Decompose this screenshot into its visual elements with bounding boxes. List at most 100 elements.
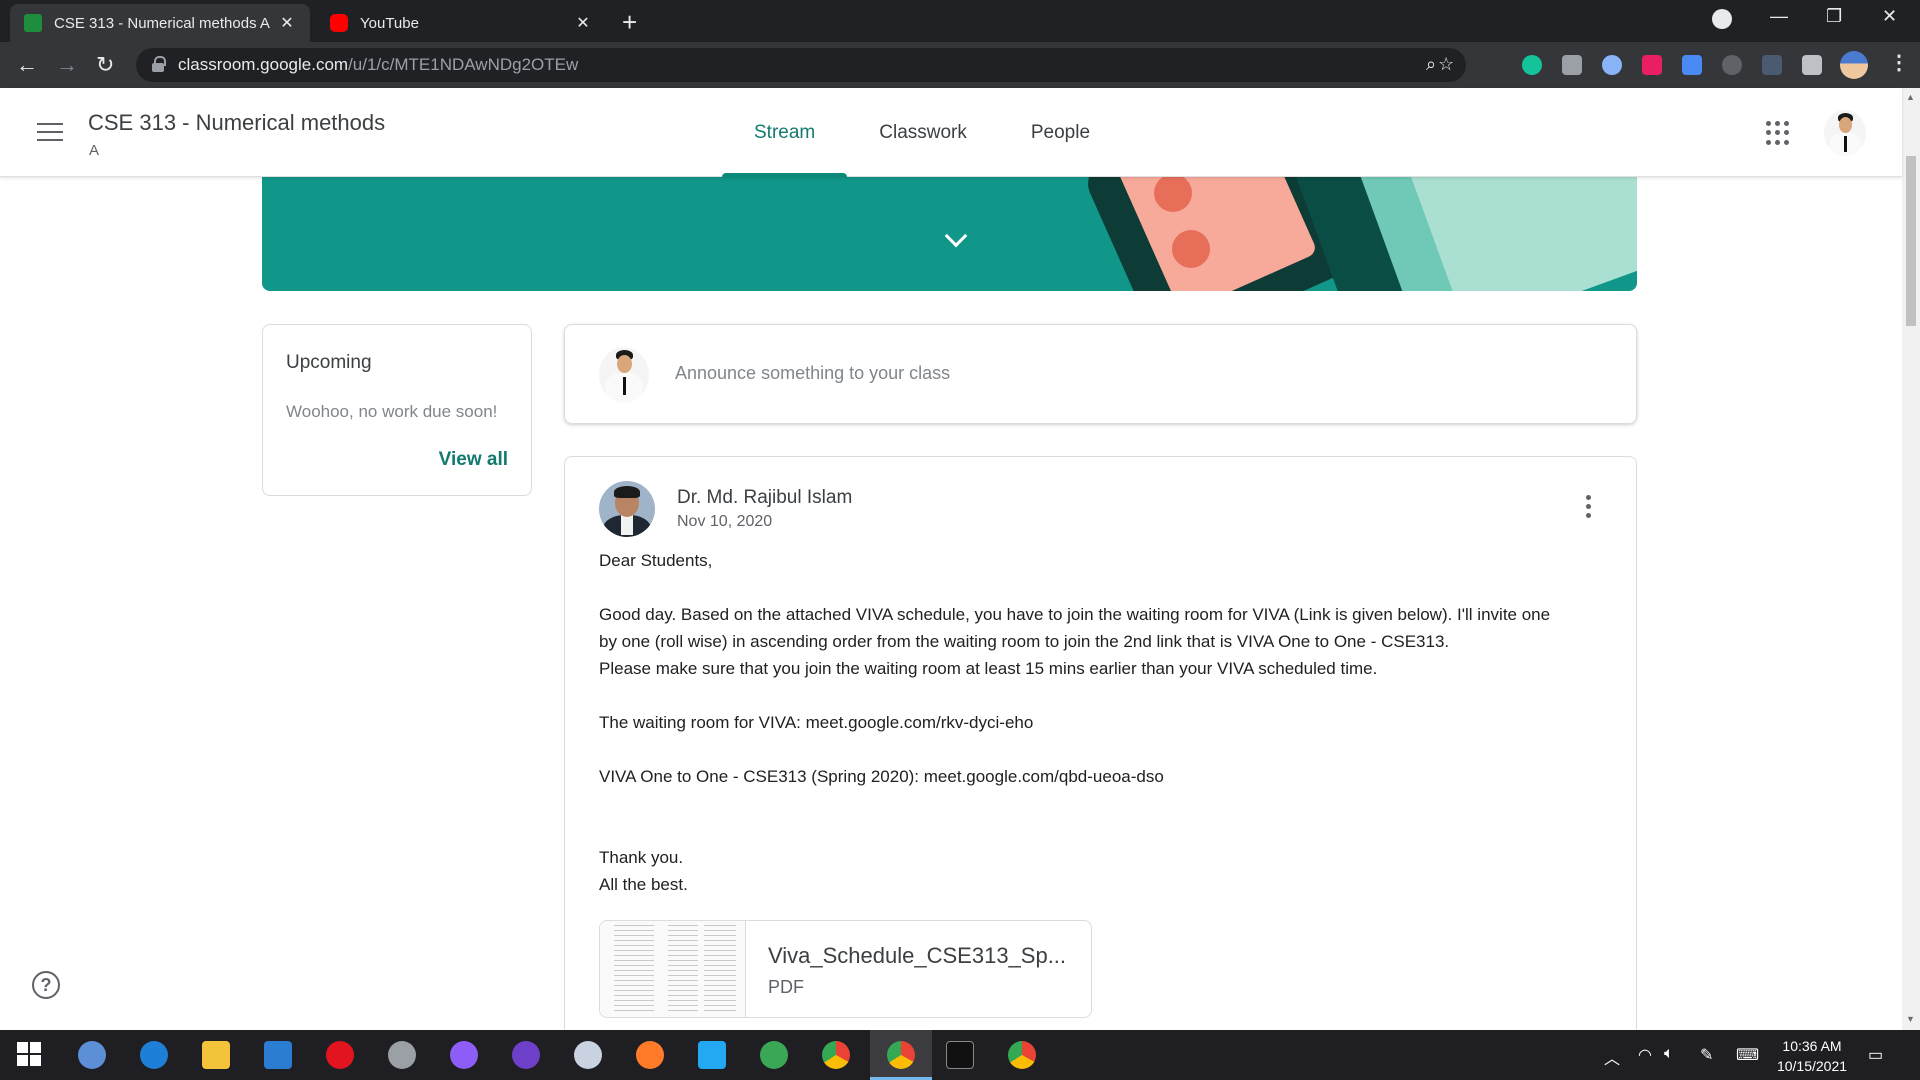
browser-tab-title: CSE 313 - Numerical methods A <box>54 14 270 32</box>
scroll-thumb[interactable] <box>1906 156 1916 326</box>
messenger-icon[interactable] <box>450 1041 478 1069</box>
browser-tab-youtube[interactable]: YouTube ✕ <box>316 4 606 42</box>
post-link-line: The waiting room for VIVA: meet.google.c… <box>599 713 1034 732</box>
windows-taskbar: ︿ ◠ 🔈︎ ✎ ⌨ 10:36 AM 10/15/2021 ▭ <box>0 1030 1920 1080</box>
close-tab-icon[interactable]: ✕ <box>278 13 296 33</box>
youtube-favicon-icon <box>330 14 348 32</box>
upcoming-empty-text: Woohoo, no work due soon! <box>286 402 498 421</box>
app-icon[interactable] <box>760 1041 788 1069</box>
extension-icon-7[interactable] <box>1762 55 1782 75</box>
attachment-type: PDF <box>768 977 804 997</box>
class-title[interactable]: CSE 313 - Numerical methods <box>88 110 385 136</box>
volume-icon[interactable]: 🔈︎ <box>1664 1045 1674 1063</box>
clock-date: 10/15/2021 <box>1776 1058 1848 1074</box>
tab-people[interactable]: People <box>999 88 1122 177</box>
extension-icon-4[interactable] <box>1642 55 1662 75</box>
app-icon[interactable] <box>574 1041 602 1069</box>
github-icon[interactable] <box>512 1041 540 1069</box>
firefox-icon[interactable] <box>636 1041 664 1069</box>
windows-start-icon[interactable] <box>16 1041 44 1069</box>
show-hidden-icons-icon[interactable]: ︿ <box>1604 1045 1620 1069</box>
restore-icon[interactable]: ❐ <box>1826 6 1842 27</box>
download-extension-icon[interactable] <box>1682 55 1702 75</box>
post-text-line: by one (roll wise) in ascending order fr… <box>599 632 1450 651</box>
chrome-icon[interactable] <box>887 1041 915 1069</box>
forward-icon[interactable]: → <box>56 52 78 78</box>
file-explorer-icon[interactable] <box>202 1041 230 1069</box>
mail-icon[interactable] <box>264 1041 292 1069</box>
post-text-line: Please make sure that you join the waiti… <box>599 659 1378 678</box>
announce-box[interactable]: Announce something to your class <box>564 324 1637 424</box>
qbittorrent-icon[interactable] <box>78 1041 106 1069</box>
announce-placeholder: Announce something to your class <box>675 363 951 383</box>
pen-icon[interactable]: ✎ <box>1700 1045 1713 1065</box>
extension-icon-3[interactable] <box>1602 55 1622 75</box>
browser-profile-avatar[interactable] <box>1840 51 1868 79</box>
chevron-down-icon[interactable] <box>944 224 968 248</box>
browser-tab-classroom[interactable]: CSE 313 - Numerical methods A ✕ <box>10 4 310 42</box>
bookmark-star-icon[interactable]: ☆ <box>1438 54 1454 75</box>
browser-toolbar: ← → ↻ classroom.google.com/u/1/c/MTE1NDA… <box>0 42 1920 88</box>
page-scrollbar[interactable]: ▲ ▼ <box>1902 88 1920 1030</box>
scroll-up-icon[interactable]: ▲ <box>1906 92 1915 102</box>
banner-face-illustration <box>1154 174 1192 212</box>
back-icon[interactable]: ← <box>16 52 38 78</box>
opera-icon[interactable] <box>326 1041 354 1069</box>
google-apps-icon[interactable] <box>1766 121 1790 145</box>
browser-tab-strip: CSE 313 - Numerical methods A ✕ YouTube … <box>0 0 1920 42</box>
keyboard-icon[interactable]: ⌨ <box>1736 1045 1759 1065</box>
new-tab-icon[interactable]: + <box>622 7 637 38</box>
upcoming-card: Upcoming Woohoo, no work due soon! View … <box>262 324 532 496</box>
post-author: Dr. Md. Rajibul Islam <box>677 487 853 508</box>
post-text-line: Dear Students, <box>599 551 713 570</box>
tab-search-icon[interactable] <box>1712 9 1732 29</box>
minimize-icon[interactable]: — <box>1770 6 1788 27</box>
clock-time: 10:36 AM <box>1782 1038 1842 1054</box>
banner-face-illustration <box>1172 230 1210 268</box>
reload-icon[interactable]: ↻ <box>96 52 114 78</box>
classroom-favicon-icon <box>24 14 42 32</box>
close-tab-icon[interactable]: ✕ <box>574 13 592 33</box>
tab-stream[interactable]: Stream <box>722 88 848 177</box>
taskbar-clock[interactable]: 10:36 AM 10/15/2021 <box>1764 1036 1860 1076</box>
account-avatar[interactable] <box>1824 110 1866 156</box>
zoom-icon[interactable]: ⌕ <box>1426 54 1436 75</box>
help-icon[interactable]: ? <box>32 971 60 999</box>
address-bar[interactable]: classroom.google.com/u/1/c/MTE1NDAwNDg2O… <box>136 48 1466 82</box>
app-icon[interactable] <box>388 1041 416 1069</box>
terminal-icon[interactable] <box>946 1041 974 1069</box>
class-tabs: Stream Classwork People <box>722 88 1122 177</box>
scroll-down-icon[interactable]: ▼ <box>1906 1014 1915 1024</box>
author-avatar <box>599 481 655 537</box>
main-menu-icon[interactable] <box>37 123 63 141</box>
wifi-icon[interactable]: ◠ <box>1638 1045 1652 1065</box>
camera-extension-icon[interactable] <box>1562 55 1582 75</box>
tab-classwork[interactable]: Classwork <box>847 88 999 177</box>
classroom-header: CSE 313 - Numerical methods A Stream Cla… <box>0 88 1902 177</box>
post-text-line: Thank you. <box>599 848 684 867</box>
announcer-avatar <box>599 347 649 403</box>
lock-icon <box>152 56 166 72</box>
chrome-icon[interactable] <box>1008 1041 1036 1069</box>
attachment-thumbnail <box>600 921 746 1017</box>
post-date: Nov 10, 2020 <box>677 513 773 530</box>
pdf-attachment[interactable]: Viva_Schedule_CSE313_Sp... PDF <box>599 920 1092 1018</box>
grammarly-extension-icon[interactable] <box>1522 55 1542 75</box>
vscode-icon[interactable] <box>698 1041 726 1069</box>
url-text: classroom.google.com/u/1/c/MTE1NDAwNDg2O… <box>178 55 579 74</box>
attachment-name: Viva_Schedule_CSE313_Sp... <box>768 943 1067 968</box>
browser-menu-icon[interactable]: ⋮ <box>1889 50 1909 75</box>
extension-icon-6[interactable] <box>1722 55 1742 75</box>
post-text-line: Good day. Based on the attached VIVA sch… <box>599 605 1551 624</box>
upcoming-title: Upcoming <box>286 352 372 373</box>
chrome-icon[interactable] <box>822 1041 850 1069</box>
class-section: A <box>89 142 100 159</box>
view-all-link[interactable]: View all <box>439 449 508 471</box>
edge-icon[interactable] <box>140 1041 168 1069</box>
extensions-puzzle-icon[interactable] <box>1802 55 1822 75</box>
stream-post: Dr. Md. Rajibul Islam Nov 10, 2020 Dear … <box>564 456 1637 1080</box>
close-window-icon[interactable]: ✕ <box>1882 6 1897 27</box>
post-options-icon[interactable] <box>1586 495 1592 519</box>
notifications-icon[interactable]: ▭ <box>1868 1045 1883 1065</box>
class-banner <box>262 160 1637 291</box>
